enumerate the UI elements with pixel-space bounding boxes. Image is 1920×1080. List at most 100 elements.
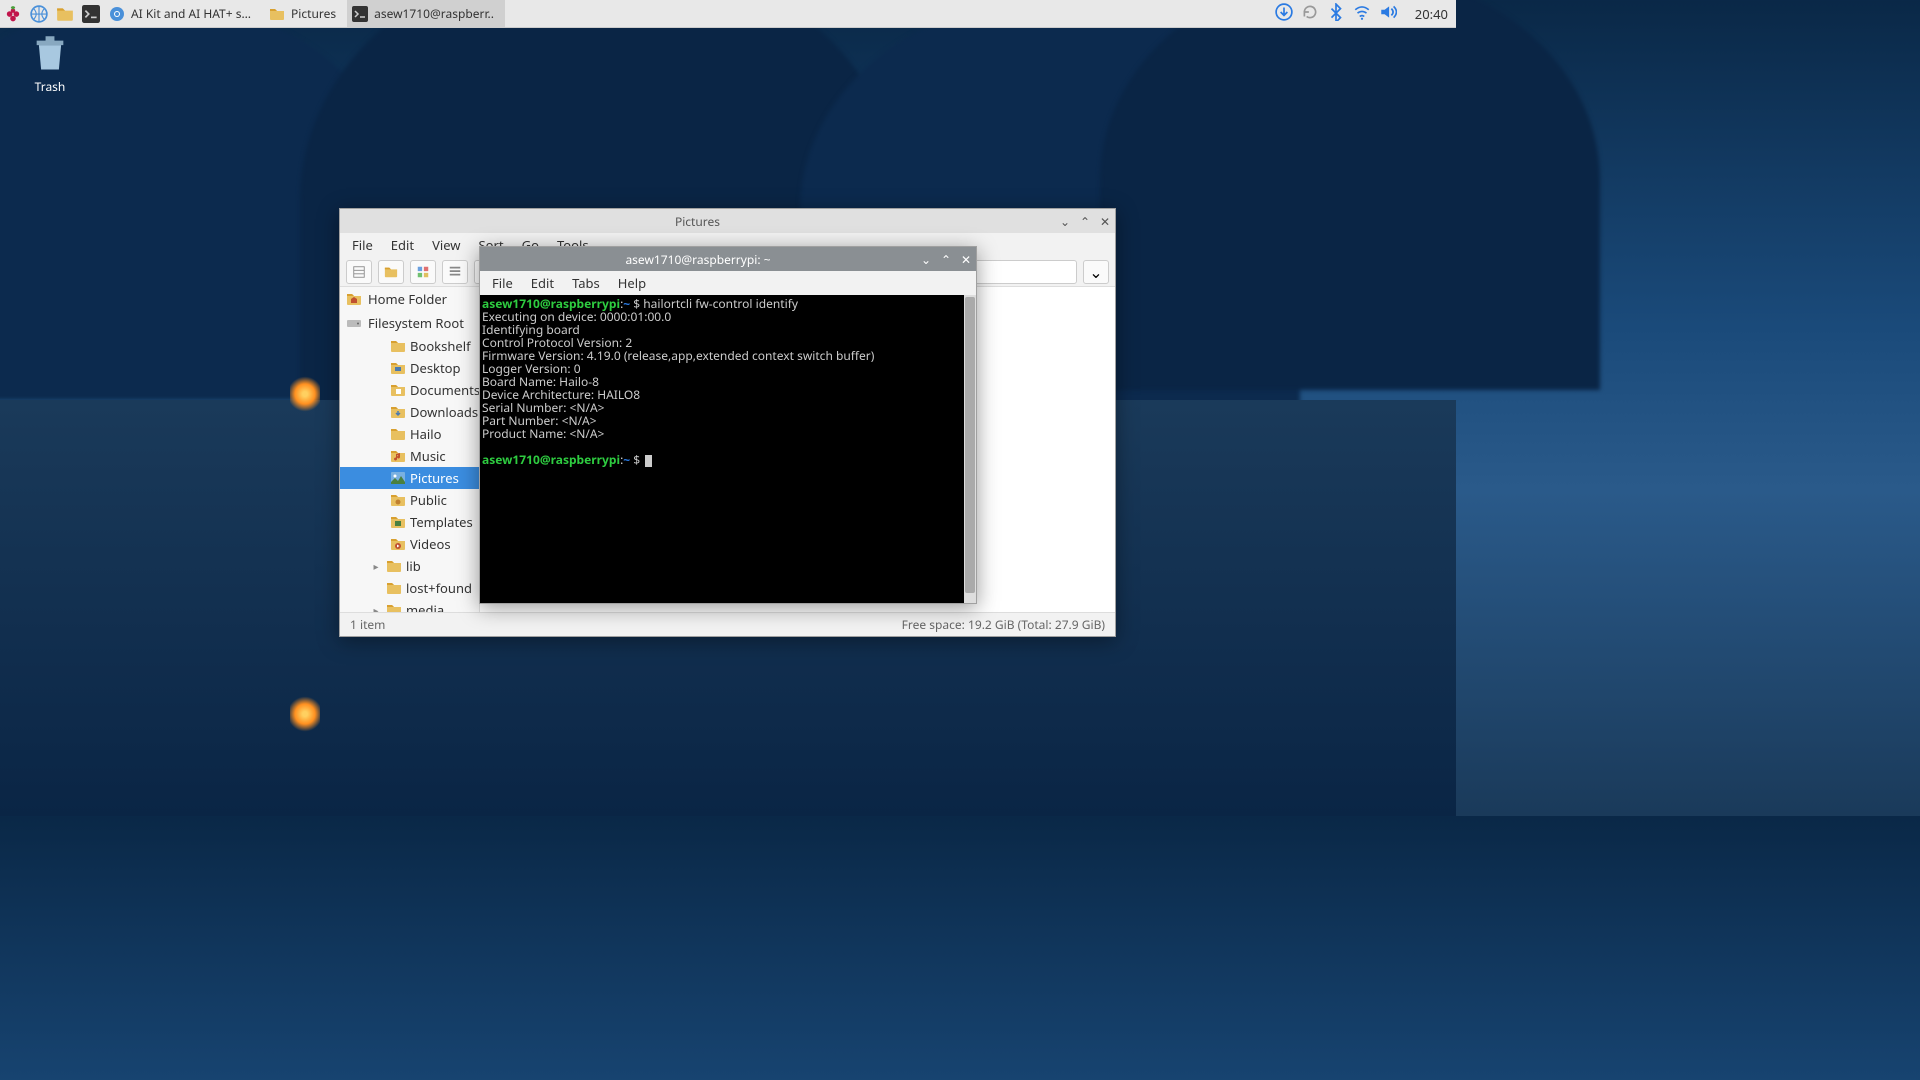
- launcher-terminal-icon[interactable]: [78, 0, 104, 27]
- fm-tree-label: media: [406, 601, 444, 612]
- scrollbar-thumb[interactable]: [965, 297, 975, 593]
- fm-tree-hailo[interactable]: Hailo: [340, 423, 479, 445]
- fm-tree-desktop[interactable]: Desktop: [340, 357, 479, 379]
- fm-folder-view-button[interactable]: [378, 260, 404, 284]
- fm-sidebar: Home Folder Filesystem Root Bookshelf De…: [340, 287, 480, 612]
- folder-pictures-icon: [390, 470, 406, 486]
- fm-minimize-button[interactable]: ⌄: [1055, 213, 1075, 230]
- fm-tree-label: Documents: [410, 381, 479, 399]
- wallpaper-mountain: [1100, 0, 1600, 390]
- folder-templates-icon: [390, 514, 406, 530]
- fm-tree-label: Videos: [410, 535, 451, 553]
- term-title: asew1710@raspberrypi: ~: [480, 251, 916, 268]
- menu-raspberry-icon[interactable]: [0, 0, 26, 27]
- fm-compact-view-button[interactable]: [346, 260, 372, 284]
- fm-tree-label: lib: [406, 557, 421, 575]
- tray-download-icon[interactable]: [1275, 3, 1293, 25]
- tray-update-icon[interactable]: [1301, 3, 1319, 25]
- fm-menu-view[interactable]: View: [424, 234, 468, 256]
- fm-tree-label: Bookshelf: [410, 337, 471, 355]
- fm-tree-music[interactable]: Music: [340, 445, 479, 467]
- fm-tree-public[interactable]: Public: [340, 489, 479, 511]
- fm-tree-label: Pictures: [410, 469, 459, 487]
- fm-close-button[interactable]: ✕: [1095, 213, 1115, 230]
- fm-titlebar[interactable]: Pictures ⌄ ⌃ ✕: [340, 209, 1115, 233]
- fm-tree-media[interactable]: ▸ media: [340, 599, 479, 612]
- tray-wifi-icon[interactable]: [1353, 3, 1371, 25]
- terminal-cursor: [645, 455, 652, 467]
- term-menu-file[interactable]: File: [484, 272, 521, 294]
- task-label: AI Kit and AI HAT+ so..: [131, 5, 253, 22]
- task-label: Pictures: [291, 5, 336, 22]
- fm-tree-pictures[interactable]: Pictures: [340, 467, 479, 489]
- folder-videos-icon: [390, 536, 406, 552]
- fm-tree-label: lost+found: [406, 579, 472, 597]
- terminal-output[interactable]: asew1710@raspberrypi:~ $ hailortcli fw-c…: [480, 295, 976, 603]
- folder-public-icon: [390, 492, 406, 508]
- fm-tree-downloads[interactable]: Downloads: [340, 401, 479, 423]
- fm-place-label: Home Folder: [368, 290, 447, 308]
- term-menubar: File Edit Tabs Help: [480, 271, 976, 295]
- taskbar-task-chromium[interactable]: AI Kit and AI HAT+ so..: [104, 0, 264, 27]
- fm-tree-templates[interactable]: Templates: [340, 511, 479, 533]
- term-prompt-user: asew1710@raspberrypi: [482, 451, 620, 468]
- fm-status-items: 1 item: [350, 616, 385, 633]
- taskbar-task-terminal[interactable]: asew1710@raspberr..: [347, 0, 505, 27]
- taskbar: AI Kit and AI HAT+ so.. Pictures asew171…: [0, 0, 1456, 28]
- fm-place-fsroot[interactable]: Filesystem Root: [340, 311, 479, 335]
- fm-menu-file[interactable]: File: [344, 234, 381, 256]
- fm-tree-label: Public: [410, 491, 447, 509]
- term-minimize-button[interactable]: ⌄: [916, 251, 936, 268]
- fm-path-dropdown[interactable]: ⌄: [1083, 260, 1109, 284]
- fm-statusbar: 1 item Free space: 19.2 GiB (Total: 27.9…: [340, 612, 1115, 636]
- terminal-scrollbar[interactable]: [964, 295, 976, 603]
- fm-tree-lostfound[interactable]: lost+found: [340, 577, 479, 599]
- fm-tree-label: Desktop: [410, 359, 461, 377]
- fm-tree-label: Templates: [410, 513, 473, 531]
- folder-icon: [390, 338, 406, 354]
- home-icon: [346, 291, 362, 307]
- fm-title: Pictures: [340, 213, 1055, 230]
- fm-list-view-button[interactable]: [442, 260, 468, 284]
- trash-icon: [30, 34, 70, 74]
- drive-icon: [346, 315, 362, 331]
- fm-tree: Bookshelf Desktop Documents Downloads Ha…: [340, 335, 479, 612]
- folder-icon: [386, 602, 402, 612]
- launcher-files-icon[interactable]: [52, 0, 78, 27]
- fm-place-label: Filesystem Root: [368, 314, 464, 332]
- fm-tree-lib[interactable]: ▸ lib: [340, 555, 479, 577]
- folder-icon: [386, 580, 402, 596]
- term-out-line: Product Name: <N/A>: [482, 427, 974, 440]
- fm-tree-label: Downloads: [410, 403, 478, 421]
- term-maximize-button[interactable]: ⌃: [936, 251, 956, 268]
- tray-volume-icon[interactable]: [1379, 3, 1397, 25]
- fm-tree-bookshelf[interactable]: Bookshelf: [340, 335, 479, 357]
- term-close-button[interactable]: ✕: [956, 251, 976, 268]
- desktop-trash-label: Trash: [20, 78, 80, 95]
- term-menu-help[interactable]: Help: [610, 272, 654, 294]
- taskbar-clock[interactable]: 20:40: [1407, 0, 1456, 27]
- desktop-trash[interactable]: Trash: [20, 34, 80, 95]
- launcher-browser-icon[interactable]: [26, 0, 52, 27]
- fm-status-space: Free space: 19.2 GiB (Total: 27.9 GiB): [902, 616, 1105, 633]
- term-titlebar[interactable]: asew1710@raspberrypi: ~ ⌄ ⌃ ✕: [480, 247, 976, 271]
- wallpaper-lantern: [290, 374, 320, 414]
- fm-place-home[interactable]: Home Folder: [340, 287, 479, 311]
- fm-maximize-button[interactable]: ⌃: [1075, 213, 1095, 230]
- fm-tree-label: Music: [410, 447, 446, 465]
- folder-documents-icon: [390, 382, 406, 398]
- folder-icon: [390, 426, 406, 442]
- fm-menu-edit[interactable]: Edit: [383, 234, 422, 256]
- term-menu-tabs[interactable]: Tabs: [564, 272, 608, 294]
- fm-icon-view-button[interactable]: [410, 260, 436, 284]
- task-label: asew1710@raspberr..: [374, 5, 494, 22]
- expander-icon[interactable]: ▸: [370, 603, 382, 612]
- terminal-window: asew1710@raspberrypi: ~ ⌄ ⌃ ✕ File Edit …: [479, 246, 977, 604]
- fm-tree-documents[interactable]: Documents: [340, 379, 479, 401]
- fm-tree-videos[interactable]: Videos: [340, 533, 479, 555]
- tray-bluetooth-icon[interactable]: [1327, 3, 1345, 25]
- system-tray: [1265, 0, 1407, 27]
- term-menu-edit[interactable]: Edit: [523, 272, 562, 294]
- expander-icon[interactable]: ▸: [370, 559, 382, 573]
- taskbar-task-files[interactable]: Pictures: [264, 0, 347, 27]
